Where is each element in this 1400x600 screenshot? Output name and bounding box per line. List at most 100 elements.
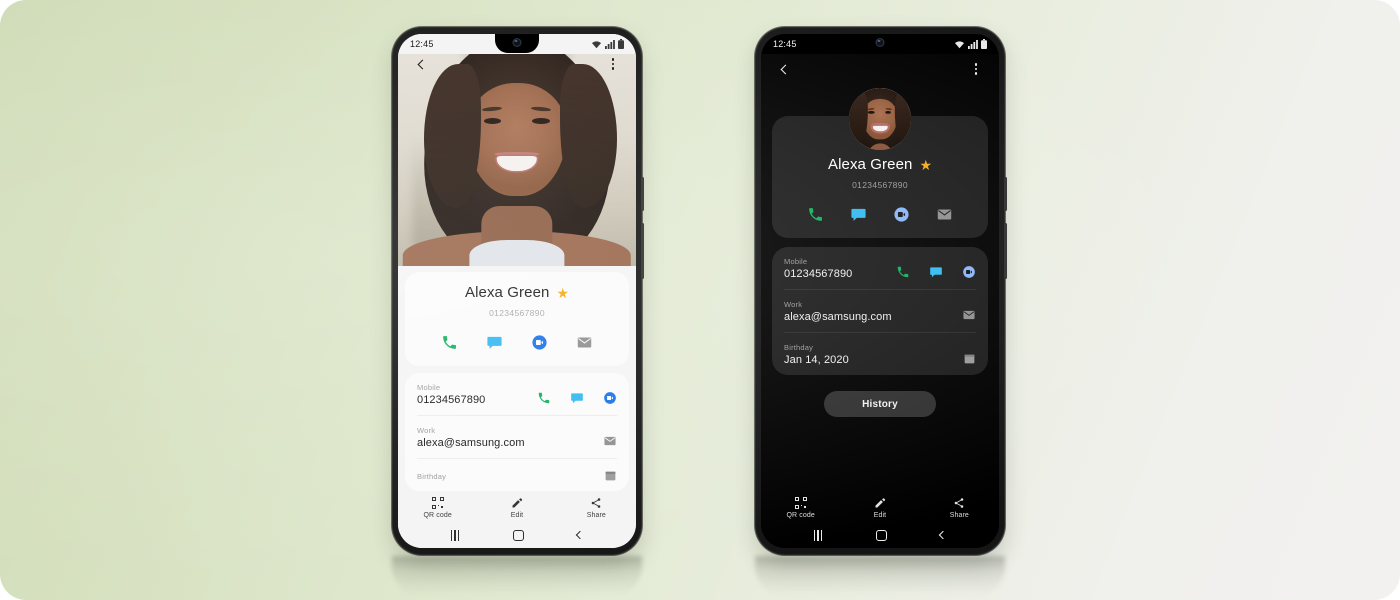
pencil-icon bbox=[875, 498, 886, 508]
bottom-action-bar-light: QR code Edit Share bbox=[398, 491, 636, 522]
contact-phone-number: 01234567890 bbox=[489, 308, 545, 318]
message-icon bbox=[851, 208, 866, 221]
power-button[interactable] bbox=[1004, 223, 1007, 279]
contact-name: Alexa Green bbox=[827, 156, 913, 173]
field-value: 01234567890 bbox=[417, 394, 486, 406]
share-button[interactable]: Share bbox=[930, 497, 988, 519]
contact-name: Alexa Green bbox=[464, 284, 550, 301]
status-time: 12:45 bbox=[410, 39, 434, 49]
wifi-icon bbox=[955, 40, 964, 48]
field-row-work[interactable]: Work alexa@samsung.com bbox=[417, 415, 617, 458]
video-call-action-button[interactable] bbox=[892, 204, 912, 224]
video-call-icon bbox=[532, 334, 547, 350]
phone-device-light: 12:45 Alexa Green ★ 01234567890 Mobile 0… bbox=[392, 27, 644, 555]
battery-icon bbox=[618, 39, 624, 49]
field-value: 01234567890 bbox=[784, 268, 853, 280]
share-icon bbox=[955, 498, 964, 508]
avatar[interactable] bbox=[849, 88, 911, 150]
recents-icon[interactable] bbox=[813, 529, 823, 541]
phone-reflection-right bbox=[755, 556, 1005, 596]
field-label: Work bbox=[784, 300, 803, 309]
message-action-button[interactable] bbox=[485, 332, 505, 352]
home-icon[interactable] bbox=[512, 529, 524, 541]
field-row-mobile[interactable]: Mobile 01234567890 bbox=[784, 247, 976, 289]
contact-fields-card-light: Mobile 01234567890 Work alexa@samsung.co… bbox=[405, 373, 629, 491]
calendar-icon[interactable] bbox=[604, 469, 617, 482]
more-options-button[interactable] bbox=[603, 54, 623, 74]
bottom-action-label: QR code bbox=[423, 512, 452, 519]
field-label: Work bbox=[417, 426, 436, 435]
phone-icon[interactable] bbox=[896, 265, 910, 279]
recents-icon[interactable] bbox=[450, 529, 460, 541]
call-action-button[interactable] bbox=[806, 204, 826, 224]
field-label: Mobile bbox=[784, 257, 808, 266]
share-button[interactable]: Share bbox=[567, 497, 625, 519]
back-icon bbox=[780, 64, 791, 74]
portrait-image bbox=[849, 88, 911, 150]
phone-icon bbox=[809, 207, 822, 221]
avatar-container bbox=[761, 88, 999, 150]
calendar-icon[interactable] bbox=[963, 352, 976, 365]
email-action-button[interactable] bbox=[935, 204, 955, 224]
message-action-button[interactable] bbox=[849, 204, 869, 224]
power-button[interactable] bbox=[641, 223, 644, 279]
email-action-button[interactable] bbox=[575, 332, 595, 352]
contact-name-row: Alexa Green ★ bbox=[782, 156, 978, 173]
qr-code-icon bbox=[431, 497, 444, 509]
video-call-action-button[interactable] bbox=[530, 332, 550, 352]
field-row-birthday[interactable]: Birthday bbox=[417, 458, 617, 491]
message-icon[interactable] bbox=[929, 265, 943, 279]
email-icon[interactable] bbox=[962, 308, 976, 322]
front-camera-icon bbox=[875, 38, 885, 47]
signal-icon bbox=[605, 39, 615, 49]
battery-icon bbox=[981, 39, 987, 49]
app-bar-dark bbox=[761, 54, 999, 84]
home-icon[interactable] bbox=[875, 529, 887, 541]
favorite-star-icon[interactable]: ★ bbox=[919, 158, 932, 172]
bottom-action-bar-dark: QR code Edit Share bbox=[761, 491, 999, 522]
bottom-action-label: Edit bbox=[510, 512, 524, 519]
back-icon[interactable] bbox=[576, 530, 585, 540]
video-call-icon[interactable] bbox=[962, 265, 976, 279]
screen-light: 12:45 Alexa Green ★ 01234567890 Mobile 0… bbox=[398, 34, 636, 548]
back-icon[interactable] bbox=[939, 530, 948, 540]
message-icon bbox=[487, 336, 502, 349]
more-options-icon bbox=[974, 63, 978, 75]
app-bar-light bbox=[398, 54, 636, 74]
qr-code-button[interactable]: QR code bbox=[409, 497, 467, 519]
history-button[interactable]: History bbox=[824, 391, 936, 417]
more-options-button[interactable] bbox=[966, 59, 986, 79]
phone-device-dark: 12:45 Alexa Green ★ 01234567890 Mobile 0… bbox=[755, 27, 1007, 555]
field-row-work[interactable]: Work alexa@samsung.com bbox=[784, 289, 976, 332]
back-icon bbox=[417, 59, 428, 69]
message-icon[interactable] bbox=[570, 391, 584, 405]
qr-code-button[interactable]: QR code bbox=[772, 497, 830, 519]
bottom-action-label: Share bbox=[586, 512, 606, 519]
field-row-birthday[interactable]: Birthday Jan 14, 2020 bbox=[784, 332, 976, 375]
bottom-action-label: QR code bbox=[786, 512, 815, 519]
back-button[interactable] bbox=[411, 54, 431, 74]
email-icon[interactable] bbox=[603, 434, 617, 448]
edit-button[interactable]: Edit bbox=[851, 497, 909, 519]
contact-hero-photo[interactable]: 12:45 bbox=[398, 34, 636, 266]
system-nav-bar-dark bbox=[761, 522, 999, 548]
volume-button[interactable] bbox=[641, 177, 644, 211]
contact-detail-dark: Alexa Green ★ 01234567890 Mobile 0123456… bbox=[761, 84, 999, 548]
qr-code-icon bbox=[794, 497, 807, 509]
call-action-button[interactable] bbox=[440, 332, 460, 352]
field-row-mobile[interactable]: Mobile 01234567890 bbox=[417, 373, 617, 415]
back-button[interactable] bbox=[774, 59, 794, 79]
edit-button[interactable]: Edit bbox=[488, 497, 546, 519]
quick-actions-light bbox=[415, 332, 619, 352]
email-icon bbox=[577, 337, 592, 347]
video-call-icon[interactable] bbox=[603, 391, 617, 405]
front-camera-icon bbox=[512, 38, 522, 47]
favorite-star-icon[interactable]: ★ bbox=[556, 286, 569, 300]
email-icon bbox=[937, 209, 952, 219]
page-background: 12:45 Alexa Green ★ 01234567890 Mobile 0… bbox=[0, 0, 1400, 600]
wifi-icon bbox=[592, 40, 601, 48]
phone-icon[interactable] bbox=[537, 391, 551, 405]
volume-button[interactable] bbox=[1004, 177, 1007, 211]
bottom-action-label: Edit bbox=[873, 512, 887, 519]
status-time: 12:45 bbox=[773, 39, 797, 49]
